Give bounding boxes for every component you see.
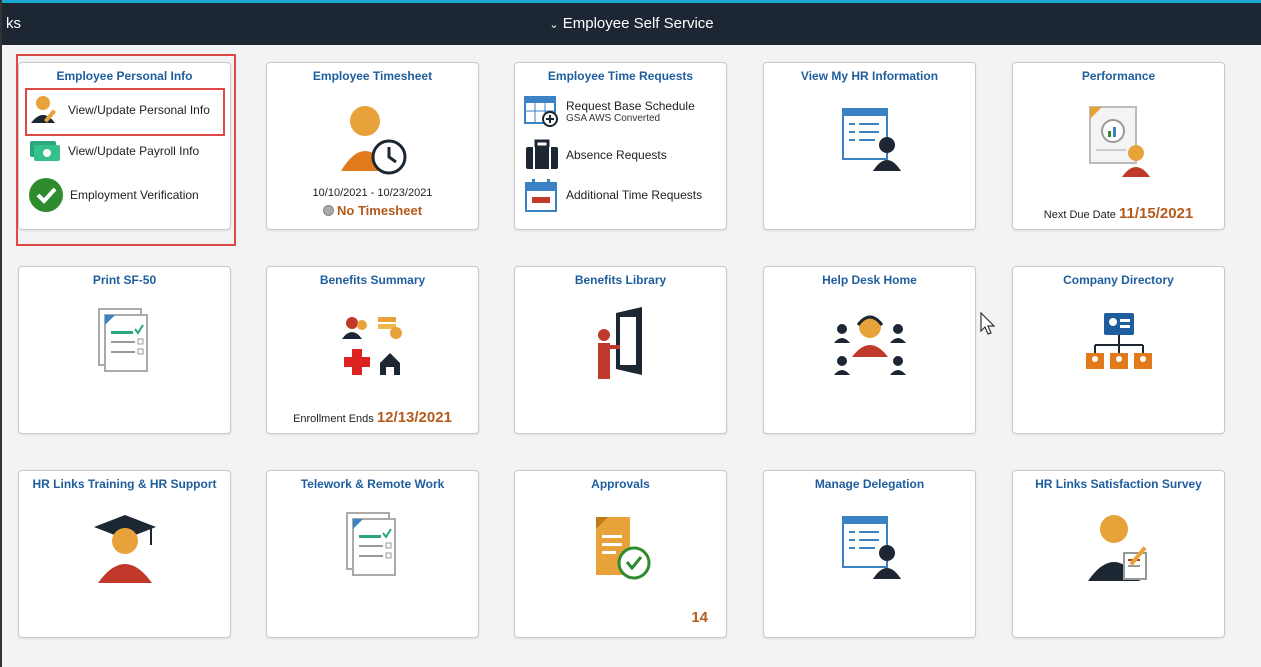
tile-hr-links-satisfaction-survey[interactable]: HR Links Satisfaction Survey [1012,470,1225,638]
document-person-icon [841,516,901,579]
tile-title: Company Directory [1063,273,1174,287]
tile-title: Manage Delegation [814,477,925,491]
checklist-document-icon [345,512,396,576]
tile-title: HR Links Training & HR Support [32,477,217,491]
org-chart-icon [1085,313,1152,369]
tile-title: Approvals [591,477,650,491]
tile-employee-time-requests[interactable]: Employee Time Requests Request Base Sche… [514,62,727,230]
link-absence-requests[interactable]: Absence Requests [524,139,667,171]
approvals-count: 14 [691,609,708,626]
briefcase-icon [526,139,558,169]
performance-review-icon [1088,106,1150,177]
highlight-box-tile [16,54,236,246]
tile-hr-links-training[interactable]: HR Links Training & HR Support [18,470,231,638]
performance-due-date: Next Due Date 11/15/2021 [1043,205,1194,222]
approval-document-icon [595,517,650,580]
tile-manage-delegation[interactable]: Manage Delegation [763,470,976,638]
tile-approvals[interactable]: Approvals 14 [514,470,727,638]
timesheet-status: No Timesheet [267,203,478,218]
tile-title: Performance [1081,69,1156,83]
benefits-icon [341,317,402,375]
link-additional-time-requests[interactable]: Additional Time Requests [524,177,702,213]
tile-company-directory[interactable]: Company Directory [1012,266,1225,434]
tile-view-my-hr-information[interactable]: View My HR Information [763,62,976,230]
tile-employee-timesheet[interactable]: Employee Timesheet 10/10/2021 - 10/23/20… [266,62,479,230]
document-person-icon [841,108,901,171]
calendar-add-icon [524,96,558,127]
highlight-box-link [25,88,225,136]
tile-benefits-summary[interactable]: Benefits Summary Enrollment Ends 12/13/2… [266,266,479,434]
tile-title: Benefits Summary [319,273,426,287]
mouse-pointer-icon [980,312,996,335]
person-survey-icon [1087,515,1147,581]
tile-performance[interactable]: Performance Next Due Date 11/15/2021 [1012,62,1225,230]
tile-title: Employee Timesheet [312,69,433,83]
tile-title: Employee Time Requests [547,69,694,83]
door-person-icon [597,307,642,379]
tile-title: Print SF-50 [92,273,157,287]
tile-title: Benefits Library [574,273,667,287]
homepage-title: Employee Self Service [562,15,714,32]
tile-title: Telework & Remote Work [300,477,445,491]
headset-agent-icon [833,315,906,375]
graduation-cap-icon [93,515,156,583]
tile-title: Help Desk Home [822,273,917,287]
timesheet-date-range: 10/10/2021 - 10/23/2021 [312,187,433,199]
tile-title: View My HR Information [800,69,939,83]
top-bar: ks ⌄ Employee Self Service [2,0,1261,45]
status-dot-icon [322,205,334,216]
tile-title: HR Links Satisfaction Survey [1035,477,1202,491]
calendar-icon [525,179,557,212]
tile-benefits-library[interactable]: Benefits Library [514,266,727,434]
tile-help-desk-home[interactable]: Help Desk Home [763,266,976,434]
tile-print-sf-50[interactable]: Print SF-50 [18,266,231,434]
benefits-enrollment-ends: Enrollment Ends 12/13/2021 [293,409,452,426]
link-request-base-schedule[interactable]: Request Base Schedule GSA AWS Converted [524,95,695,127]
person-clock-icon [340,106,406,175]
chevron-down-icon: ⌄ [549,19,559,31]
checklist-document-icon [97,308,148,372]
homepage-selector[interactable]: ⌄ Employee Self Service [2,15,1261,32]
tile-telework-remote-work[interactable]: Telework & Remote Work [266,470,479,638]
